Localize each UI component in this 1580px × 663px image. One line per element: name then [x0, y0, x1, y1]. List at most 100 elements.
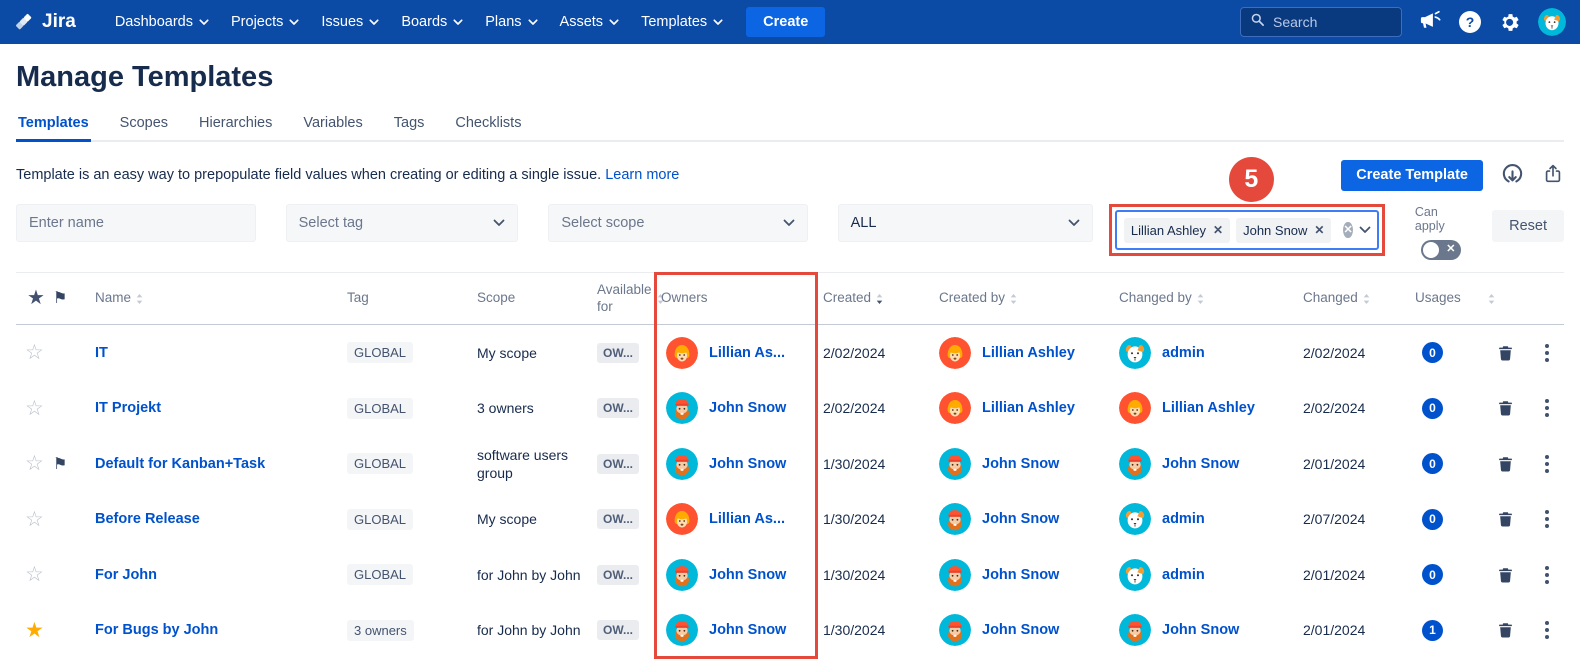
- jira-logo[interactable]: Jira: [14, 11, 76, 33]
- template-name-link[interactable]: Default for Kanban+Task: [95, 456, 265, 472]
- template-name-link[interactable]: For John: [95, 567, 157, 583]
- tab-hierarchies[interactable]: Hierarchies: [197, 109, 274, 142]
- tag-badge: 3 owners: [347, 620, 414, 641]
- tab-templates[interactable]: Templates: [16, 109, 91, 142]
- chevron-down-icon[interactable]: [1359, 226, 1371, 234]
- delete-button[interactable]: [1497, 566, 1514, 584]
- sort-arrows-icon: [875, 292, 884, 306]
- delete-button[interactable]: [1497, 344, 1514, 362]
- kebab-menu-icon[interactable]: [1533, 510, 1549, 528]
- user-link[interactable]: admin: [1162, 511, 1205, 527]
- favorite-star-icon[interactable]: ☆: [16, 340, 50, 365]
- announcements-button[interactable]: [1419, 9, 1442, 35]
- kebab-menu-icon[interactable]: [1533, 399, 1549, 417]
- col-header-created[interactable]: Created: [816, 290, 932, 307]
- kebab-menu-icon[interactable]: [1533, 621, 1549, 639]
- kebab-menu-icon[interactable]: [1533, 566, 1549, 584]
- col-header-usages[interactable]: Usages: [1408, 290, 1490, 307]
- clear-selection-icon[interactable]: ✕: [1343, 222, 1352, 238]
- user-avatar[interactable]: [1538, 8, 1566, 36]
- favorite-star-icon[interactable]: ☆: [16, 562, 50, 587]
- user-link[interactable]: Lillian As...: [709, 345, 785, 361]
- export-templates-button[interactable]: [1542, 163, 1564, 188]
- col-header-changed_by[interactable]: Changed by: [1112, 290, 1296, 307]
- flag-icon[interactable]: ⚑: [50, 454, 88, 474]
- user-link[interactable]: admin: [1162, 345, 1205, 361]
- question-icon: ?: [1459, 11, 1481, 33]
- kebab-menu-icon[interactable]: [1533, 344, 1549, 362]
- nav-item-dashboards[interactable]: Dashboards: [104, 0, 220, 44]
- name-filter[interactable]: [16, 204, 256, 242]
- nav-item-boards[interactable]: Boards: [390, 0, 474, 44]
- global-search[interactable]: [1240, 7, 1402, 37]
- nav-item-assets[interactable]: Assets: [549, 0, 631, 44]
- col-header-label: Scope: [477, 290, 515, 307]
- help-button[interactable]: ?: [1459, 11, 1481, 33]
- remove-chip-icon[interactable]: ✕: [1314, 224, 1324, 236]
- user-link[interactable]: Lillian Ashley: [1162, 400, 1255, 416]
- template-name-link[interactable]: IT Projekt: [95, 400, 161, 416]
- download-templates-button[interactable]: [1500, 161, 1525, 189]
- delete-button[interactable]: [1497, 510, 1514, 528]
- user-link[interactable]: Lillian Ashley: [982, 345, 1075, 361]
- usages-badge: 0: [1422, 564, 1443, 585]
- favorite-star-icon[interactable]: ☆: [16, 451, 50, 476]
- learn-more-link[interactable]: Learn more: [605, 167, 679, 183]
- col-header-created_by[interactable]: Created by: [932, 290, 1112, 307]
- template-name-link[interactable]: Before Release: [95, 511, 200, 527]
- nav-item-plans[interactable]: Plans: [474, 0, 548, 44]
- owner-filter-multiselect[interactable]: Lillian Ashley✕John Snow✕ ✕: [1115, 210, 1379, 250]
- tab-checklists[interactable]: Checklists: [453, 109, 523, 142]
- favorite-star-icon[interactable]: ★: [16, 618, 50, 643]
- created-by-cell: John Snow: [932, 503, 1112, 535]
- can-apply-toggle[interactable]: ✕: [1421, 240, 1461, 260]
- avatar-john: [939, 614, 971, 646]
- nav-item-projects[interactable]: Projects: [220, 0, 310, 44]
- user-link[interactable]: John Snow: [982, 456, 1059, 472]
- template-name-link[interactable]: For Bugs by John: [95, 622, 218, 638]
- nav-item-issues[interactable]: Issues: [310, 0, 390, 44]
- col-header-name[interactable]: Name: [88, 290, 340, 307]
- tab-tags[interactable]: Tags: [392, 109, 427, 142]
- nav-item-templates[interactable]: Templates: [630, 0, 734, 44]
- chevron-down-icon: [713, 19, 723, 26]
- col-header-changed[interactable]: Changed: [1296, 290, 1408, 307]
- col-header-available_for[interactable]: Available for: [590, 282, 654, 316]
- scope-filter-select[interactable]: Select scope: [548, 204, 807, 242]
- user-link[interactable]: Lillian As...: [709, 511, 785, 527]
- template-name-link[interactable]: IT: [95, 345, 108, 361]
- tag-filter-select[interactable]: Select tag: [286, 204, 519, 242]
- remove-chip-icon[interactable]: ✕: [1213, 224, 1223, 236]
- delete-button[interactable]: [1497, 455, 1514, 473]
- user-link[interactable]: admin: [1162, 567, 1205, 583]
- create-template-button[interactable]: Create Template: [1341, 160, 1483, 191]
- user-link[interactable]: John Snow: [982, 622, 1059, 638]
- favorite-star-icon[interactable]: ☆: [16, 507, 50, 532]
- user-link[interactable]: John Snow: [1162, 456, 1239, 472]
- user-link[interactable]: John Snow: [982, 511, 1059, 527]
- template-name-cell: IT: [88, 345, 340, 361]
- user-link[interactable]: John Snow: [982, 567, 1059, 583]
- tab-scopes[interactable]: Scopes: [118, 109, 170, 142]
- usages-badge: 0: [1422, 342, 1443, 363]
- delete-button[interactable]: [1497, 621, 1514, 639]
- search-input[interactable]: [1273, 14, 1383, 30]
- reset-button[interactable]: Reset: [1492, 210, 1564, 242]
- user-link[interactable]: Lillian Ashley: [982, 400, 1075, 416]
- annotation-step-badge: 5: [1229, 157, 1274, 202]
- user-link[interactable]: John Snow: [1162, 622, 1239, 638]
- delete-button[interactable]: [1497, 399, 1514, 417]
- owners-cell: John Snow: [654, 392, 816, 424]
- user-link[interactable]: John Snow: [709, 567, 786, 583]
- type-filter-select[interactable]: ALL: [838, 204, 1093, 242]
- create-button[interactable]: Create: [746, 7, 825, 37]
- tab-variables[interactable]: Variables: [301, 109, 364, 142]
- user-link[interactable]: John Snow: [709, 400, 786, 416]
- settings-button[interactable]: [1498, 9, 1521, 35]
- name-filter-input[interactable]: [29, 215, 243, 231]
- kebab-menu-icon[interactable]: [1533, 455, 1549, 473]
- chevron-down-icon: [1068, 219, 1080, 227]
- user-link[interactable]: John Snow: [709, 622, 786, 638]
- user-link[interactable]: John Snow: [709, 456, 786, 472]
- favorite-star-icon[interactable]: ☆: [16, 396, 50, 421]
